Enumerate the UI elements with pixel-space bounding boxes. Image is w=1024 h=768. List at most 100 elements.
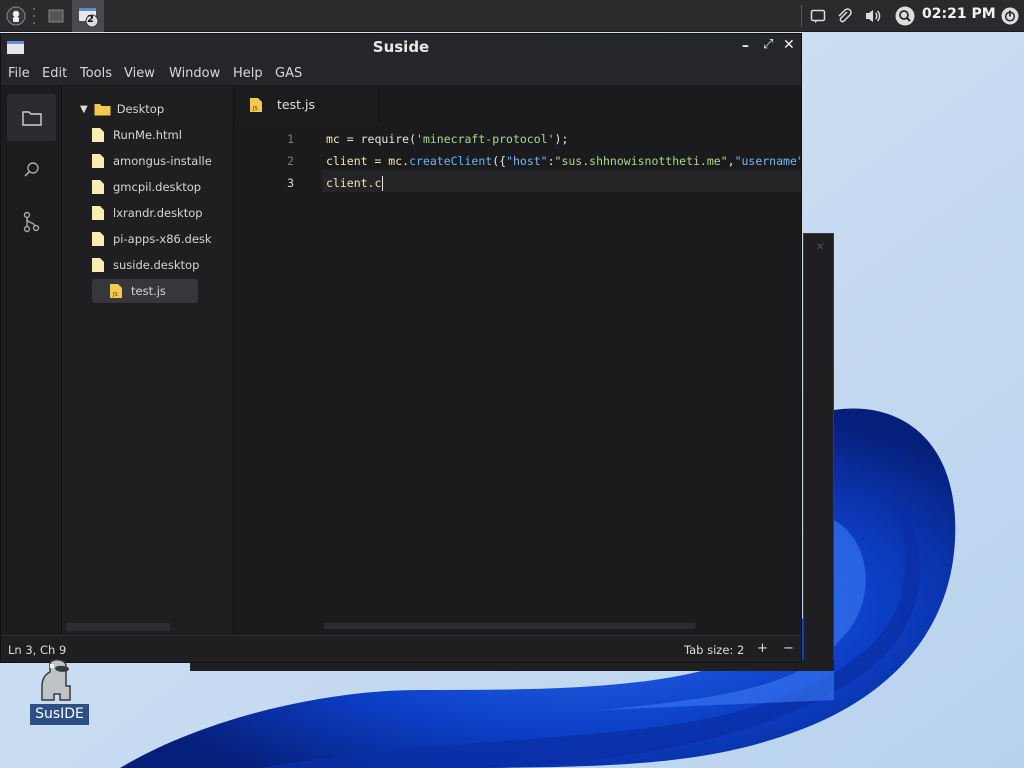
text-cursor	[382, 176, 383, 191]
file-icon	[92, 154, 104, 168]
task-count-badge: 2	[87, 14, 94, 25]
file-icon	[92, 128, 104, 142]
code-token: );	[554, 132, 569, 146]
activity-bar	[1, 86, 62, 635]
menu-help[interactable]: Help	[233, 66, 263, 81]
folder-icon	[21, 110, 42, 126]
volume-icon[interactable]	[862, 4, 884, 28]
tree-file-amongus[interactable]: amongus-installe	[92, 149, 232, 173]
file-icon	[92, 180, 104, 194]
current-line-highlight	[322, 170, 801, 192]
file-label: lxrandr.desktop	[113, 206, 203, 220]
file-label: pi-apps-x86.desk	[113, 232, 212, 246]
code-token: client = mc.	[326, 154, 410, 168]
tree-file-runme[interactable]: RunMe.html	[92, 123, 232, 147]
menu-edit[interactable]: Edit	[42, 66, 67, 81]
window-task-icon[interactable]: 2	[72, 0, 104, 32]
tree-folder-desktop[interactable]: ▼ Desktop	[80, 97, 220, 121]
js-file-icon: JS	[110, 284, 122, 298]
code-token: client.c	[326, 176, 382, 190]
code-line-2: client = mc.createClient({"host":"sus.sh…	[326, 154, 801, 168]
search-icon	[23, 161, 39, 177]
line-number: 3	[287, 176, 294, 190]
code-token: "username"	[734, 154, 801, 168]
code-token: :	[547, 154, 555, 168]
tab-size-increase-button[interactable]: +	[757, 641, 768, 656]
code-token: "host"	[506, 154, 548, 168]
tab-size-decrease-button[interactable]: −	[783, 641, 794, 656]
code-token: 'minecraft-protocol'	[416, 132, 555, 146]
line-number: 1	[287, 132, 294, 146]
tree-file-testjs-selected[interactable]: JS test.js	[92, 279, 198, 303]
desktop-icon-suside[interactable]	[36, 656, 84, 702]
code-line-3: client.c	[326, 176, 381, 190]
tree-file-lxrandr[interactable]: lxrandr.desktop	[92, 201, 232, 225]
explorer-hscrollbar[interactable]	[66, 623, 170, 631]
file-label: suside.desktop	[113, 258, 200, 272]
tree-file-suside[interactable]: suside.desktop	[92, 253, 232, 277]
background-window-close-icon: ✕	[816, 242, 825, 253]
line-number: 2	[287, 154, 294, 168]
file-icon	[92, 206, 104, 220]
file-label: amongus-installe	[113, 154, 212, 168]
code-token: createClient	[409, 154, 493, 168]
code-token: mc =	[326, 132, 361, 146]
status-bar: Ln 3, Ch 9 Tab size: 2 + −	[1, 635, 801, 662]
menu-window[interactable]: Window	[169, 66, 220, 81]
code-token: ({	[492, 154, 507, 168]
tree-file-pi-apps[interactable]: pi-apps-x86.desk	[92, 227, 232, 251]
search-icon[interactable]	[893, 4, 917, 28]
svg-text:JS: JS	[112, 292, 118, 298]
explorer-button[interactable]	[7, 94, 56, 141]
top-taskbar: 2 02:21 PM	[0, 0, 1024, 32]
menu-file[interactable]: File	[8, 66, 30, 81]
file-label: gmcpil.desktop	[113, 180, 202, 194]
background-window: ✕	[803, 233, 834, 670]
app-menu-icon[interactable]	[4, 4, 28, 28]
close-icon[interactable]: ✕	[783, 37, 795, 53]
menu-bar: File Edit Tools View Window Help GAS	[1, 61, 801, 86]
source-control-button[interactable]	[7, 198, 56, 245]
title-bar[interactable]: Suside – ⤢ ✕	[1, 34, 801, 61]
power-icon[interactable]	[999, 4, 1021, 28]
file-icon	[92, 232, 104, 246]
maximize-icon[interactable]: ⤢	[763, 37, 773, 52]
file-label: RunMe.html	[113, 128, 182, 142]
menu-tools[interactable]: Tools	[80, 66, 112, 81]
paperclip-icon[interactable]	[834, 4, 854, 28]
file-label: test.js	[131, 284, 166, 298]
folder-icon	[94, 103, 111, 115]
cursor-position[interactable]: Ln 3, Ch 9	[8, 643, 66, 657]
tab-label: test.js	[277, 97, 315, 112]
crewmate-icon	[41, 659, 71, 701]
git-branch-icon	[23, 211, 39, 232]
search-button[interactable]	[7, 146, 56, 193]
code-editor[interactable]: 1 2 3 mc = require('minecraft-protocol')…	[234, 125, 801, 635]
chevron-down-icon: ▼	[80, 103, 88, 115]
tree-folder-label: Desktop	[116, 102, 165, 116]
code-token: "sus.shhnowisnottheti.me"	[554, 154, 728, 168]
show-desktop-icon[interactable]	[44, 4, 68, 28]
tab-size[interactable]: Tab size: 2	[684, 643, 744, 657]
tab-strip: JS test.js	[234, 86, 801, 123]
taskbar-separator	[31, 4, 37, 28]
minimize-icon[interactable]: –	[742, 38, 749, 54]
js-file-icon: JS	[250, 97, 262, 112]
code-line-1: mc = require('minecraft-protocol');	[326, 132, 568, 146]
tree-file-gmcpil[interactable]: gmcpil.desktop	[92, 175, 232, 199]
code-token: require	[360, 132, 410, 146]
editor-hscrollbar[interactable]	[324, 623, 696, 629]
notification-icon[interactable]	[808, 4, 828, 28]
menu-gas[interactable]: GAS	[275, 66, 302, 81]
code-token: (	[409, 132, 417, 146]
clock[interactable]: 02:21 PM	[922, 6, 996, 22]
editor-area: JS test.js 1 2 3 mc = require('minecraft…	[234, 86, 801, 635]
desktop-icon-label: SusIDE	[30, 704, 89, 725]
ide-window: Suside – ⤢ ✕ File Edit Tools View Window…	[0, 33, 802, 663]
svg-text:JS: JS	[252, 106, 258, 112]
code-token: ,	[727, 154, 735, 168]
file-icon	[92, 258, 104, 272]
tab-testjs[interactable]: JS test.js	[236, 86, 379, 123]
menu-view[interactable]: View	[124, 66, 155, 81]
window-title: Suside	[372, 38, 430, 56]
